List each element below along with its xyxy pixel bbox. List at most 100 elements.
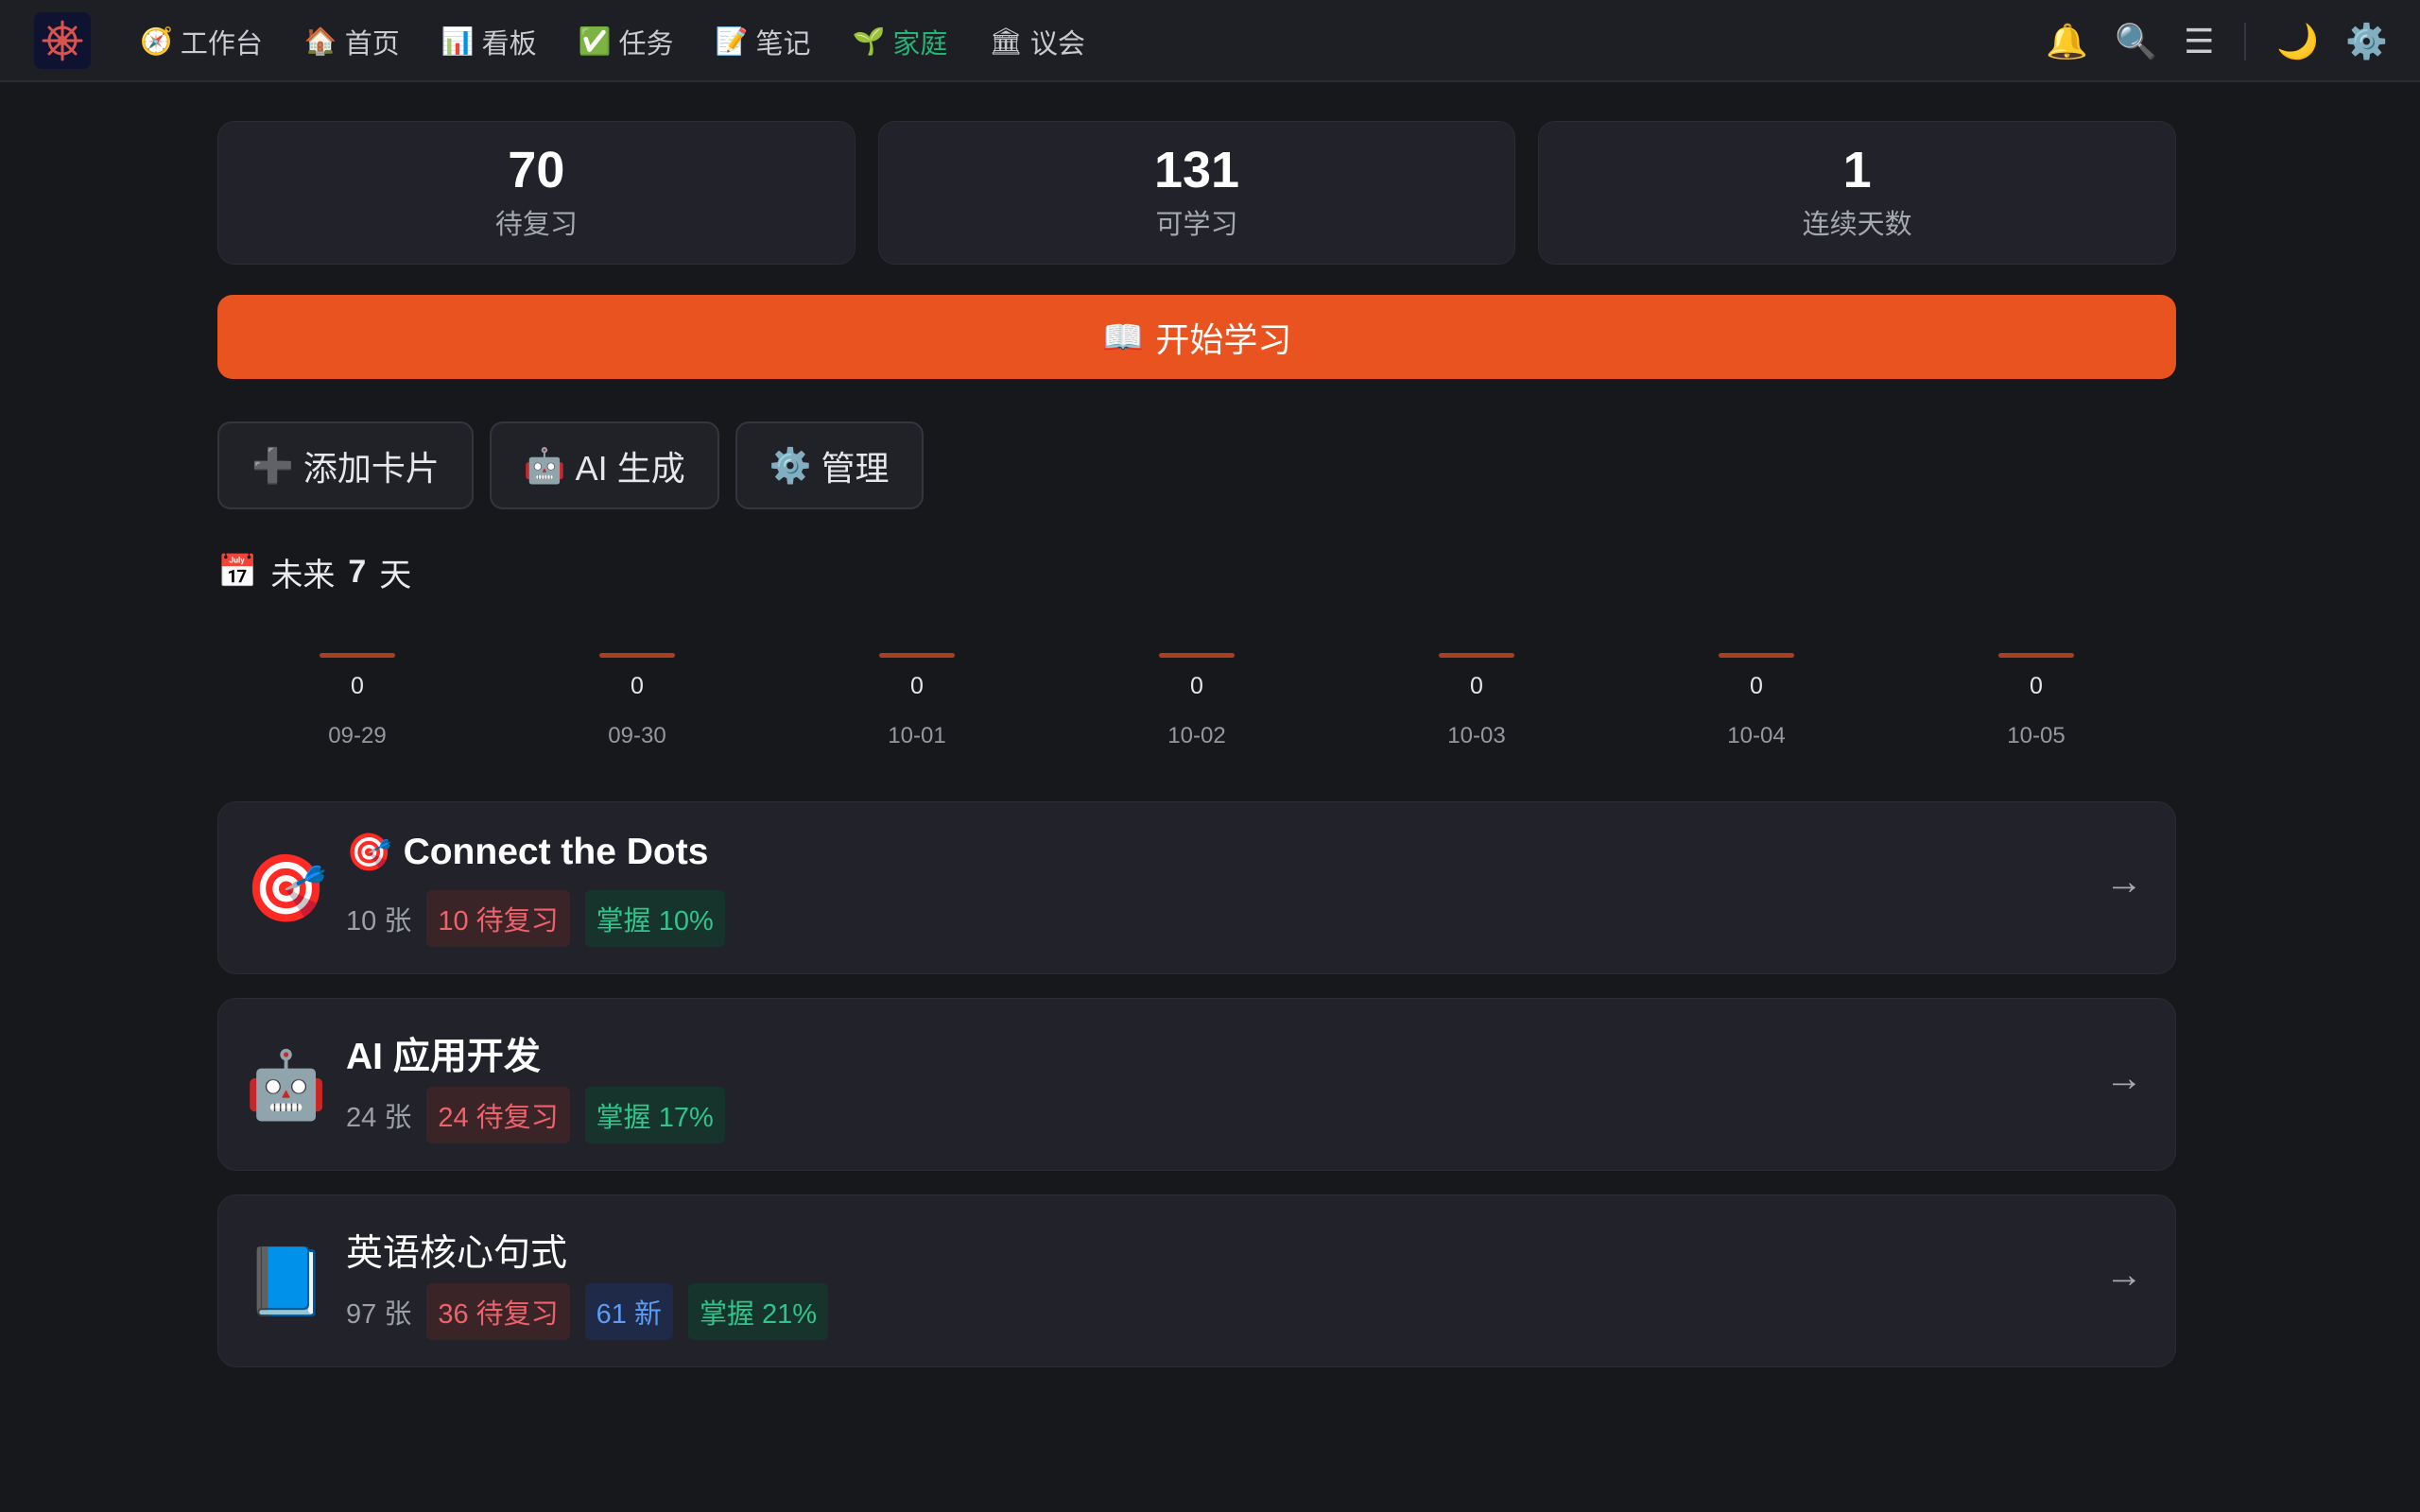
forecast-bar — [320, 653, 395, 658]
nav-item-label: 笔记 — [755, 28, 811, 60]
arrow-right-icon[interactable]: → — [2105, 1254, 2143, 1297]
search-icon[interactable]: 🔍 — [2115, 22, 2157, 61]
forecast-bar — [879, 653, 955, 658]
gear-icon[interactable]: ⚙️ — [2345, 22, 2388, 61]
stats-row: 70 待复习 131 可学习 1 连续天数 — [217, 121, 2177, 265]
nav-item-workbench[interactable]: 🧭 工作台 — [119, 0, 284, 82]
add-card-button[interactable]: ➕ 添加卡片 — [217, 421, 474, 509]
forecast-count: 0 — [351, 673, 364, 699]
arrow-right-icon[interactable]: → — [2105, 1057, 2143, 1100]
stat-value: 131 — [1153, 141, 1240, 198]
nav-item-label: 议会 — [1029, 28, 1085, 60]
forecast-day: 0 09-30 — [497, 643, 777, 765]
forecast-date: 09-29 — [328, 723, 387, 748]
forecast-bar — [1719, 653, 1794, 658]
deck-title: 🎯 Connect the Dots — [346, 831, 708, 874]
deck-card-count: 24 张 — [346, 1103, 412, 1133]
nav-item-home[interactable]: 🏠 首页 — [284, 0, 421, 82]
seedling-icon: 🌱 — [852, 26, 886, 56]
forecast-bar — [1439, 653, 1514, 658]
moon-icon[interactable]: 🌙 — [2276, 22, 2319, 61]
mastery-badge: 掌握 21% — [687, 1283, 829, 1340]
action-buttons: ➕ 添加卡片 🤖 AI 生成 ⚙️ 管理 — [217, 421, 924, 509]
due-badge: 24 待复习 — [426, 1087, 570, 1143]
plus-icon: ➕ — [251, 445, 294, 485]
deck-card-english-sentences[interactable]: 📘 英语核心句式 97 张 36 待复习 61 新 掌握 21% → — [217, 1194, 2176, 1367]
forecast-date: 10-01 — [888, 723, 946, 748]
deck-card-count: 10 张 — [346, 906, 412, 936]
classical-building-icon: 🏛 — [989, 26, 1023, 56]
forecast-count: 0 — [1190, 673, 1203, 699]
main-nav: 🧭 工作台 🏠 首页 📊 看板 ✅ 任务 📝 笔记 🌱 家庭 🏛 议会 — [119, 0, 1106, 82]
forecast-count: 0 — [631, 673, 644, 699]
forecast-date: 10-02 — [1167, 723, 1226, 748]
mastery-badge: 掌握 10% — [584, 890, 725, 947]
deck-title-text: Connect the Dots — [403, 832, 709, 872]
stat-card-due: 70 待复习 — [217, 121, 856, 265]
forecast-date: 10-05 — [2007, 723, 2066, 748]
memo-icon: 📝 — [715, 26, 749, 56]
deck-title-text: 英语核心句式 — [346, 1233, 568, 1274]
nav-item-council[interactable]: 🏛 议会 — [968, 0, 1106, 82]
deck-meta: 10 张 10 待复习 掌握 10% — [346, 890, 725, 947]
forecast-day: 0 10-03 — [1337, 643, 1616, 765]
target-icon: 🎯 — [346, 833, 392, 873]
robot-icon: 🤖 — [523, 445, 566, 485]
nav-item-tasks[interactable]: ✅ 任务 — [558, 0, 695, 82]
calendar-icon: 📅 — [217, 554, 258, 590]
open-book-icon: 📖 — [1101, 317, 1145, 356]
forecast-date: 10-03 — [1447, 723, 1506, 748]
bell-icon[interactable]: 🔔 — [2046, 22, 2088, 61]
target-icon: 🎯 — [245, 851, 328, 925]
forecast-title-number: 7 — [348, 553, 367, 590]
forecast-count: 0 — [1470, 673, 1483, 699]
blue-book-icon: 📘 — [245, 1245, 328, 1318]
deck-card-ai-app-dev[interactable]: 🤖 AI 应用开发 24 张 24 待复习 掌握 17% → — [217, 998, 2176, 1171]
nav-item-label: 看板 — [481, 28, 537, 60]
forecast-bar — [1998, 653, 2074, 658]
house-icon: 🏠 — [303, 26, 337, 56]
nav-item-label: 首页 — [344, 28, 400, 60]
ship-wheel-icon — [42, 20, 83, 61]
nav-item-dashboard[interactable]: 📊 看板 — [421, 0, 558, 82]
due-badge: 10 待复习 — [426, 890, 570, 947]
arrow-right-icon[interactable]: → — [2105, 861, 2143, 903]
forecast-day: 0 10-01 — [777, 643, 1057, 765]
forecast-day: 0 10-04 — [1616, 643, 1896, 765]
manage-button[interactable]: ⚙️ 管理 — [735, 421, 924, 509]
forecast-count: 0 — [1750, 673, 1763, 699]
nav-item-label: 任务 — [618, 28, 674, 60]
forecast-bar — [1159, 653, 1235, 658]
ai-generate-button[interactable]: 🤖 AI 生成 — [489, 421, 719, 509]
forecast-title-prefix: 未来 — [270, 557, 336, 593]
stat-value: 70 — [508, 141, 565, 198]
robot-icon: 🤖 — [245, 1048, 328, 1122]
stat-card-streak: 1 连续天数 — [1538, 121, 2177, 265]
check-mark-icon: ✅ — [578, 26, 612, 56]
deck-card-connect-the-dots[interactable]: 🎯 🎯 Connect the Dots 10 张 10 待复习 掌握 10% … — [217, 801, 2176, 974]
stat-label: 可学习 — [1155, 210, 1238, 241]
start-learning-label: 开始学习 — [1155, 319, 1292, 359]
forecast-days: 0 09-29 0 09-30 0 10-01 0 10-02 0 10-03 … — [217, 643, 2176, 765]
deck-card-count: 97 张 — [346, 1299, 412, 1330]
mastery-badge: 掌握 17% — [584, 1087, 725, 1143]
gear-icon: ⚙️ — [769, 445, 812, 485]
forecast-day: 0 09-29 — [217, 643, 497, 765]
due-badge: 36 待复习 — [426, 1283, 570, 1340]
nav-item-label: 家庭 — [892, 28, 948, 60]
nav-item-notes[interactable]: 📝 笔记 — [695, 0, 832, 82]
forecast-title: 📅 未来 7 天 — [217, 548, 411, 595]
app-logo[interactable] — [34, 12, 91, 69]
stat-card-learnable: 131 可学习 — [877, 121, 1516, 265]
add-card-label: 添加卡片 — [302, 448, 440, 488]
ai-generate-label: AI 生成 — [575, 448, 685, 488]
new-badge: 61 新 — [584, 1283, 673, 1340]
nav-item-family[interactable]: 🌱 家庭 — [831, 0, 968, 82]
deck-meta: 24 张 24 待复习 掌握 17% — [346, 1087, 725, 1143]
stat-label: 连续天数 — [1802, 210, 1912, 241]
forecast-title-suffix: 天 — [379, 557, 412, 593]
start-learning-button[interactable]: 📖 开始学习 — [217, 295, 2176, 379]
menu-icon[interactable]: ☰ — [2184, 22, 2214, 61]
forecast-day: 0 10-02 — [1057, 643, 1337, 765]
deck-title: 英语核心句式 — [346, 1224, 567, 1277]
